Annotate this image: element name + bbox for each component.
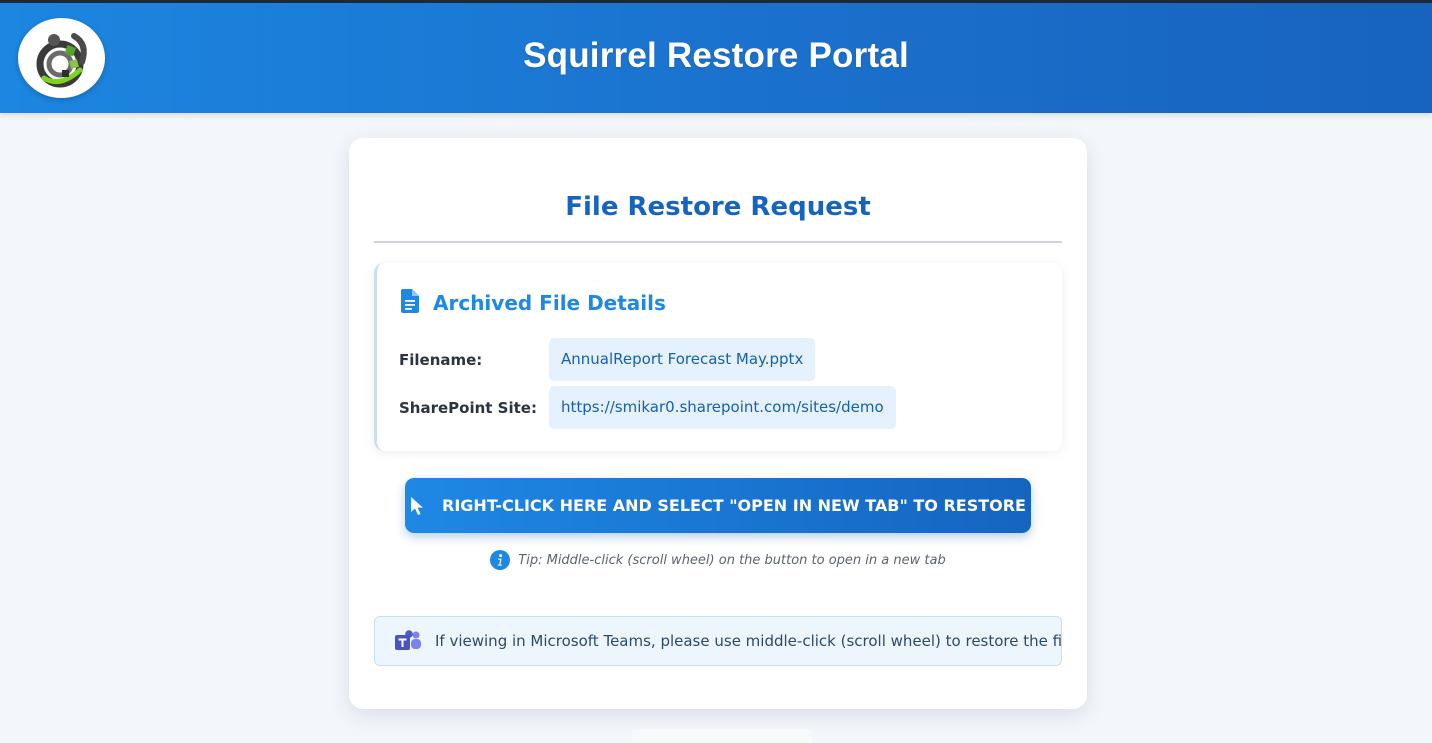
- teams-notice: If viewing in Microsoft Teams, please us…: [374, 616, 1062, 666]
- title-divider: [374, 241, 1062, 243]
- header-bar: Squirrel Restore Portal: [0, 3, 1432, 113]
- sharepoint-site-value: https://smikar0.sharepoint.com/sites/dem…: [549, 386, 896, 429]
- info-icon: [490, 550, 511, 570]
- restore-request-card: File Restore Request Archived File Detai…: [349, 138, 1087, 709]
- teams-notice-text: If viewing in Microsoft Teams, please us…: [435, 632, 1062, 650]
- card-title: File Restore Request: [565, 192, 871, 222]
- microsoft-teams-icon: [395, 630, 423, 652]
- filename-label: Filename:: [399, 351, 483, 369]
- document-icon: [401, 289, 419, 317]
- restore-button-label: RIGHT-CLICK HERE AND SELECT "OPEN IN NEW…: [442, 496, 1026, 515]
- tip-line: Tip: Middle-click (scroll wheel) on the …: [349, 550, 1087, 570]
- portal-title: Squirrel Restore Portal: [523, 36, 909, 75]
- restore-button[interactable]: RIGHT-CLICK HERE AND SELECT "OPEN IN NEW…: [405, 478, 1031, 533]
- filename-value: AnnualReport Forecast May.pptx: [549, 338, 816, 381]
- mouse-pointer-icon: [410, 496, 424, 516]
- details-heading: Archived File Details: [433, 291, 666, 315]
- archived-file-details-panel: Archived File Details Filename: AnnualRe…: [374, 263, 1062, 451]
- tip-text: Tip: Middle-click (scroll wheel) on the …: [518, 552, 946, 568]
- footer-stub: [632, 729, 812, 743]
- details-header: Archived File Details: [401, 289, 666, 317]
- sharepoint-site-label: SharePoint Site:: [399, 399, 537, 417]
